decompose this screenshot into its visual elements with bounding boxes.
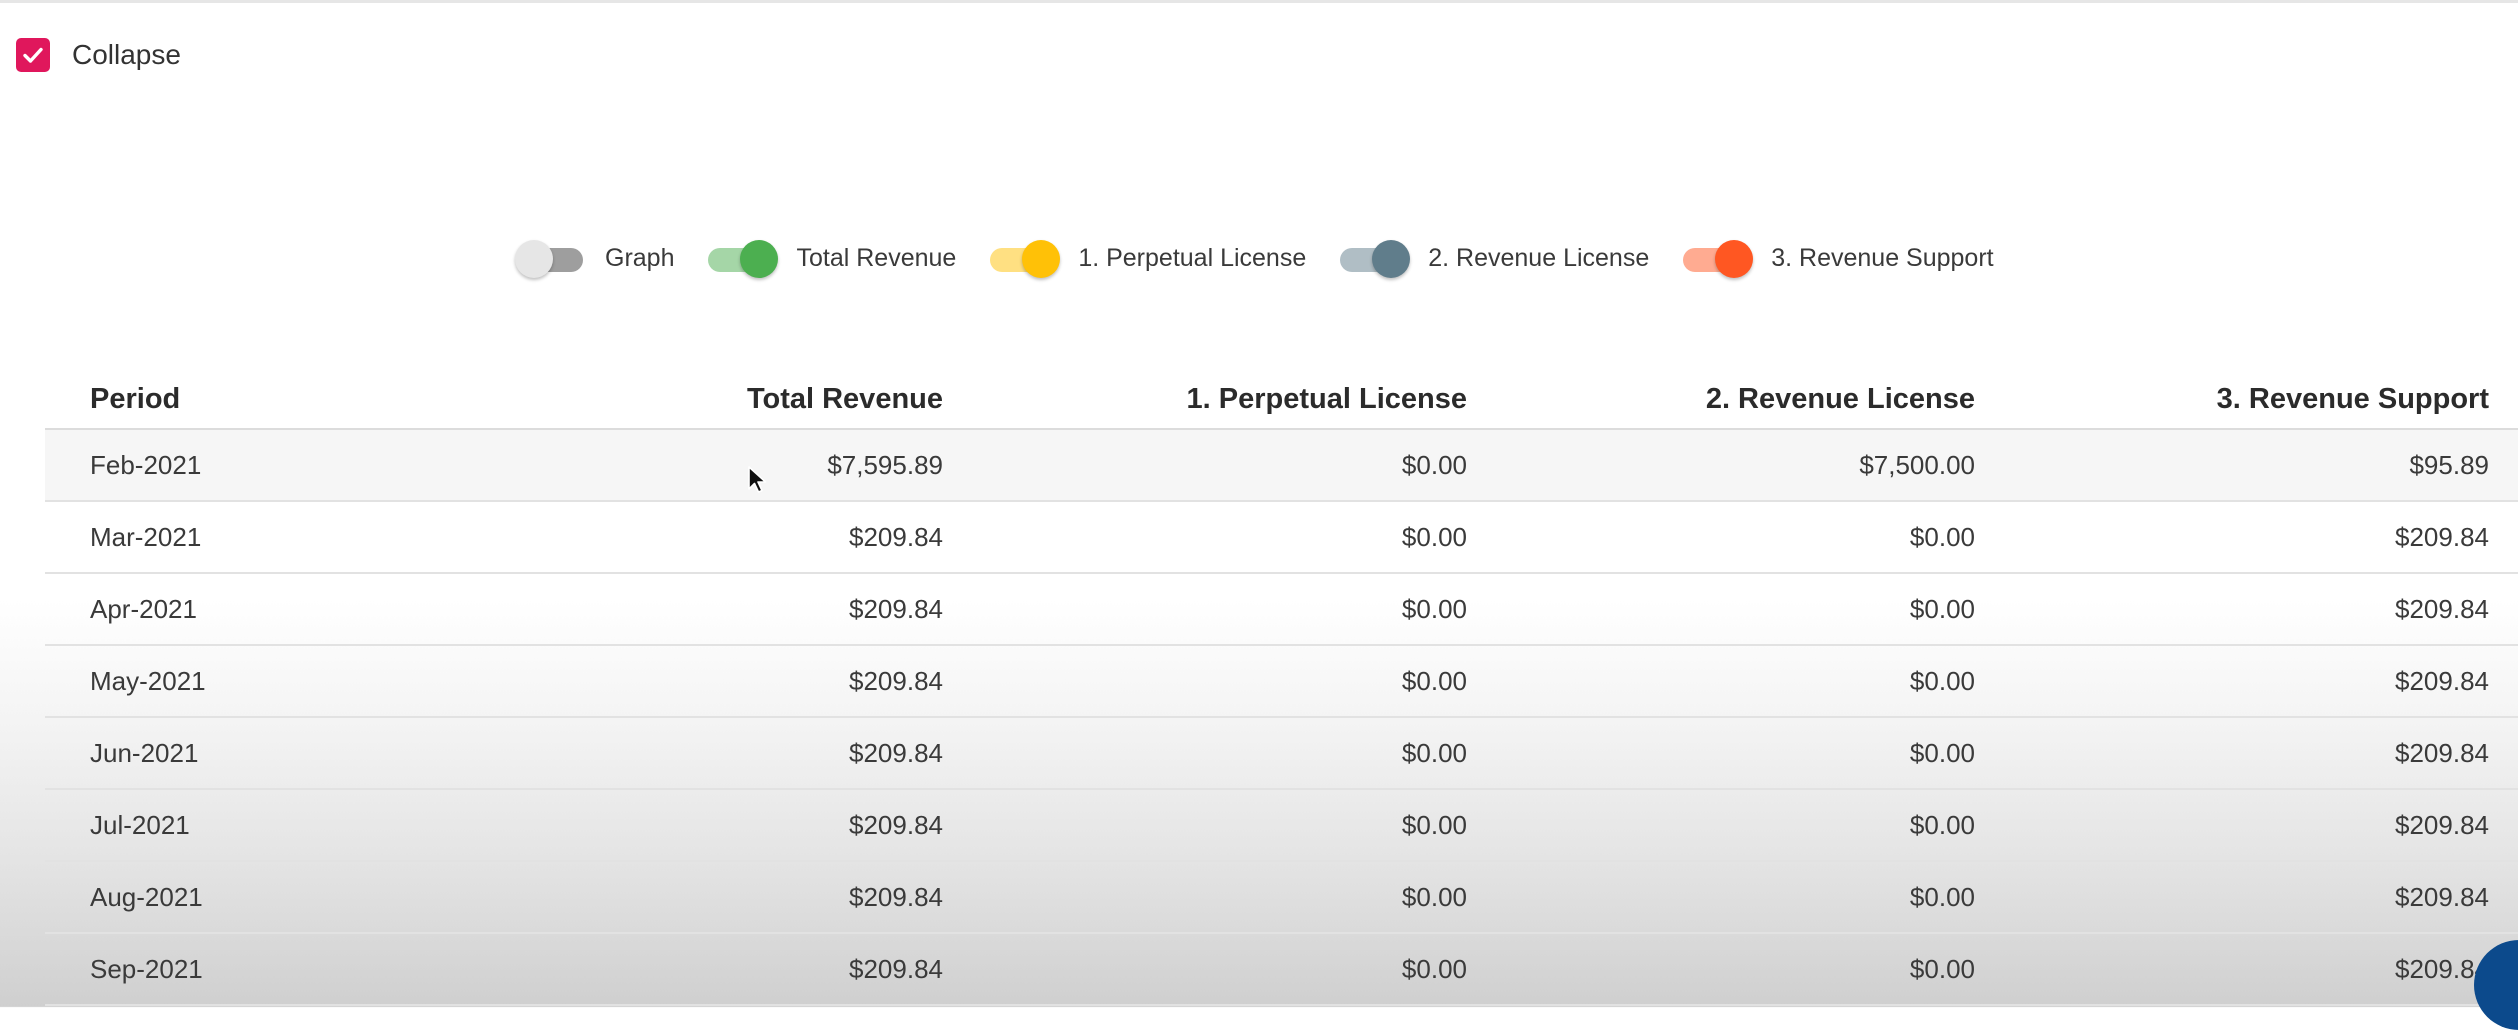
perpetual-license-cell: $0.00 <box>1401 881 1467 912</box>
toggle-knob <box>1715 240 1754 278</box>
revenue-table: Period Total Revenue 1. Perpetual Licens… <box>45 370 2518 1006</box>
revenue-license-cell: $0.00 <box>1909 953 1975 984</box>
series-toggle-legend: Graph Total Revenue 1. Perpetual License… <box>515 233 2026 283</box>
revenue-license-cell: $0.00 <box>1909 665 1975 696</box>
toggle-knob <box>1022 240 1061 278</box>
column-header-total-revenue[interactable]: Total Revenue <box>545 383 943 416</box>
table-row[interactable]: May-2021 $209.84 $0.00 $0.00 $209.84 <box>45 646 2518 718</box>
period-cell: Mar-2021 <box>90 521 202 552</box>
table-row[interactable]: Aug-2021 $209.84 $0.00 $0.00 $209.84 <box>45 862 2518 934</box>
toggle-switch[interactable] <box>1338 233 1411 283</box>
collapse-label: Collapse <box>72 39 181 70</box>
column-header-period[interactable]: Period <box>45 383 545 416</box>
toggle-switch[interactable] <box>515 233 585 283</box>
toggle-label: 1. Perpetual License <box>1078 243 1307 272</box>
table-row[interactable]: Mar-2021 $209.84 $0.00 $0.00 $209.84 <box>45 502 2518 574</box>
revenue-license-cell: $7,500.00 <box>1859 449 1975 480</box>
total-revenue-cell: $209.84 <box>849 881 943 912</box>
revenue-support-cell: $95.89 <box>2409 449 2489 480</box>
toggle-perpetual-license[interactable]: 1. Perpetual License <box>988 233 1306 283</box>
table-row[interactable]: Feb-2021 $7,595.89 $0.00 $7,500.00 $95.8… <box>45 430 2518 502</box>
toggle-revenue-license[interactable]: 2. Revenue License <box>1338 233 1649 283</box>
total-revenue-cell: $7,595.89 <box>827 449 943 480</box>
revenue-support-cell: $209.84 <box>2395 809 2489 840</box>
perpetual-license-cell: $0.00 <box>1401 593 1467 624</box>
column-header-revenue-license[interactable]: 2. Revenue License <box>1467 383 1975 416</box>
period-cell: Sep-2021 <box>90 953 203 984</box>
total-revenue-cell: $209.84 <box>849 665 943 696</box>
toggle-switch[interactable] <box>988 233 1061 283</box>
toggle-revenue-support[interactable]: 3. Revenue Support <box>1681 233 1994 283</box>
total-revenue-cell: $209.84 <box>849 953 943 984</box>
revenue-support-cell: $209.84 <box>2395 953 2489 984</box>
perpetual-license-cell: $0.00 <box>1401 521 1467 552</box>
revenue-license-cell: $0.00 <box>1909 737 1975 768</box>
toggle-switch[interactable] <box>1681 233 1754 283</box>
perpetual-license-cell: $0.00 <box>1401 665 1467 696</box>
perpetual-license-cell: $0.00 <box>1401 737 1467 768</box>
toggle-knob <box>515 240 553 278</box>
total-revenue-cell: $209.84 <box>849 737 943 768</box>
column-header-perpetual-license[interactable]: 1. Perpetual License <box>943 383 1467 416</box>
period-cell: Feb-2021 <box>90 449 202 480</box>
collapse-checkbox[interactable]: Collapse <box>16 38 181 72</box>
total-revenue-cell: $209.84 <box>849 521 943 552</box>
table-row[interactable]: Jun-2021 $209.84 $0.00 $0.00 $209.84 <box>45 718 2518 790</box>
revenue-support-cell: $209.84 <box>2395 521 2489 552</box>
table-row[interactable]: Jul-2021 $209.84 $0.00 $0.00 $209.84 <box>45 790 2518 862</box>
table-row[interactable]: Apr-2021 $209.84 $0.00 $0.00 $209.84 <box>45 574 2518 646</box>
revenue-support-cell: $209.84 <box>2395 881 2489 912</box>
toggle-label: 3. Revenue Support <box>1771 243 1994 272</box>
period-cell: Jul-2021 <box>90 809 190 840</box>
revenue-license-cell: $0.00 <box>1909 521 1975 552</box>
toggle-total-revenue[interactable]: Total Revenue <box>706 233 956 283</box>
toggle-label: 2. Revenue License <box>1428 243 1650 272</box>
table-header-row: Period Total Revenue 1. Perpetual Licens… <box>45 370 2518 430</box>
revenue-support-cell: $209.84 <box>2395 665 2489 696</box>
toggle-graph[interactable]: Graph <box>515 233 674 283</box>
perpetual-license-cell: $0.00 <box>1401 449 1467 480</box>
top-divider <box>0 0 2518 3</box>
period-cell: Jun-2021 <box>90 737 199 768</box>
column-header-revenue-support[interactable]: 3. Revenue Support <box>1975 383 2489 416</box>
total-revenue-cell: $209.84 <box>849 809 943 840</box>
period-cell: Aug-2021 <box>90 881 203 912</box>
revenue-support-cell: $209.84 <box>2395 593 2489 624</box>
period-cell: May-2021 <box>90 665 206 696</box>
toggle-label: Total Revenue <box>796 243 957 272</box>
mouse-pointer-icon <box>747 465 769 500</box>
table-row[interactable]: Sep-2021 $209.84 $0.00 $0.00 $209.84 <box>45 934 2518 1006</box>
checkbox-checked-icon[interactable] <box>16 38 50 72</box>
perpetual-license-cell: $0.00 <box>1401 809 1467 840</box>
revenue-license-cell: $0.00 <box>1909 809 1975 840</box>
perpetual-license-cell: $0.00 <box>1401 953 1467 984</box>
toggle-label: Graph <box>605 243 675 272</box>
toggle-switch[interactable] <box>706 233 779 283</box>
toggle-knob <box>1372 240 1411 278</box>
revenue-support-cell: $209.84 <box>2395 737 2489 768</box>
total-revenue-cell: $209.84 <box>849 593 943 624</box>
revenue-license-cell: $0.00 <box>1909 881 1975 912</box>
revenue-license-cell: $0.00 <box>1909 593 1975 624</box>
toggle-knob <box>740 240 779 278</box>
period-cell: Apr-2021 <box>90 593 197 624</box>
